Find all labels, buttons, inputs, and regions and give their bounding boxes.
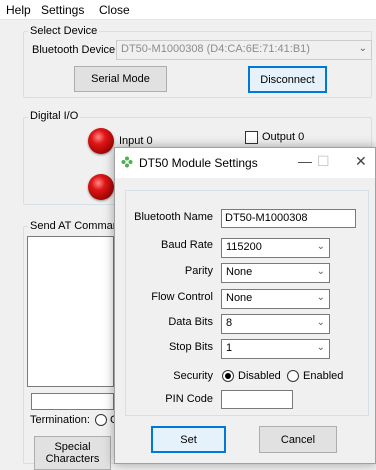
data-bits-select[interactable]: 8 ⌄ (221, 314, 330, 334)
module-settings-dialog: DT50 Module Settings — ☐ ✕ Bluetooth Nam… (114, 147, 376, 464)
pin-code-label: PIN Code (165, 393, 213, 405)
output0-label: Output 0 (262, 131, 305, 143)
output0-checkbox[interactable] (245, 131, 258, 144)
baud-rate-select[interactable]: 115200 ⌄ (221, 238, 330, 258)
dialog-title: DT50 Module Settings (139, 156, 258, 170)
baud-rate-label: Baud Rate (161, 239, 213, 251)
special-characters-label-2: Characters (45, 453, 100, 465)
chevron-down-icon: ⌄ (316, 342, 325, 353)
minimize-icon[interactable]: — (298, 153, 312, 169)
chevron-down-icon: ⌄ (358, 43, 367, 54)
cancel-button[interactable]: Cancel (259, 426, 337, 453)
parity-label: Parity (184, 265, 213, 277)
special-characters-label-1: Special (54, 441, 91, 453)
security-enabled-label: Enabled (303, 370, 344, 382)
at-command-input[interactable] (31, 393, 114, 410)
chevron-down-icon: ⌄ (316, 241, 325, 252)
serial-mode-button-label: Serial Mode (91, 73, 150, 85)
send-at-label: Send AT Command (28, 220, 127, 232)
gear-flower-icon (121, 156, 133, 168)
stop-bits-value: 1 (226, 342, 233, 354)
parity-value: None (226, 266, 253, 278)
input0-led-icon (88, 128, 114, 154)
chevron-down-icon: ⌄ (316, 292, 325, 303)
set-button-label: Set (180, 433, 197, 446)
flow-control-value: None (226, 292, 253, 304)
dialog-titlebar: DT50 Module Settings — ☐ ✕ (115, 148, 375, 178)
bluetooth-name-label: Bluetooth Name (134, 211, 213, 223)
security-disabled-radio[interactable] (222, 370, 234, 382)
flow-control-select[interactable]: None ⌄ (221, 289, 330, 309)
input0-label: Input 0 (119, 135, 153, 147)
select-device-label: Select Device (28, 25, 100, 37)
chevron-down-icon: ⌄ (316, 317, 325, 328)
parity-select[interactable]: None ⌄ (221, 263, 330, 283)
maximize-icon: ☐ (317, 153, 330, 169)
stop-bits-select[interactable]: 1 ⌄ (221, 339, 330, 359)
menu-settings[interactable]: Settings (41, 3, 84, 17)
security-enabled-radio[interactable] (287, 370, 299, 382)
security-label: Security (173, 370, 213, 382)
baud-rate-value: 115200 (226, 241, 262, 253)
cancel-button-label: Cancel (280, 433, 316, 446)
pin-code-input[interactable] (221, 390, 293, 409)
digital-io-label: Digital I/O (28, 110, 81, 122)
disconnect-button[interactable]: Disconnect (248, 66, 327, 93)
close-icon[interactable]: ✕ (355, 153, 367, 170)
menu-help[interactable]: Help (6, 3, 31, 17)
bluetooth-name-input[interactable]: DT50-M1000308 (221, 209, 356, 228)
flow-control-label: Flow Control (151, 291, 213, 303)
bluetooth-device-label: Bluetooth Device (32, 44, 116, 56)
disconnect-button-label: Disconnect (260, 73, 315, 86)
data-bits-label: Data Bits (168, 316, 213, 328)
serial-mode-button[interactable]: Serial Mode (74, 66, 167, 92)
chevron-down-icon: ⌄ (316, 266, 325, 277)
bluetooth-device-value: DT50-M1000308 (D4:CA:6E:71:41:B1) (121, 43, 310, 55)
at-response-textarea[interactable] (27, 236, 114, 387)
bluetooth-name-value: DT50-M1000308 (225, 212, 308, 224)
menu-close[interactable]: Close (99, 3, 130, 17)
termination-label: Termination: (30, 414, 90, 426)
special-characters-button[interactable]: Special Characters (34, 436, 111, 470)
set-button[interactable]: Set (151, 426, 226, 453)
termination-radio[interactable] (95, 414, 107, 426)
menu-bar: Help Settings Close (0, 0, 376, 20)
stop-bits-label: Stop Bits (168, 341, 213, 353)
security-disabled-label: Disabled (238, 370, 281, 382)
input1-led-icon (88, 174, 114, 200)
bluetooth-device-select[interactable]: DT50-M1000308 (D4:CA:6E:71:41:B1) ⌄ (116, 40, 372, 60)
data-bits-value: 8 (226, 317, 233, 329)
